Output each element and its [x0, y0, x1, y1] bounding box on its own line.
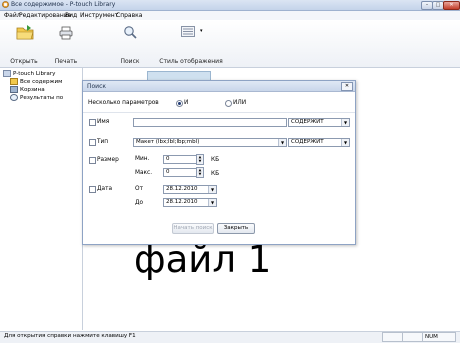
date-from-value: 28.12.2010 — [166, 186, 198, 192]
menu-help[interactable]: Справка — [116, 12, 142, 19]
print-label: Печать — [54, 58, 78, 65]
menu-edit[interactable]: Редактирование — [19, 12, 71, 19]
app-icon — [2, 1, 9, 8]
type-mode-select[interactable]: СОДЕРЖИТ ▼ — [288, 138, 350, 147]
folder-tree: P-touch Library Все содержим Корзина Рез… — [0, 68, 83, 330]
dialog-close-button[interactable]: ✕ — [341, 82, 353, 91]
search-dialog: Поиск ✕ Несколько параметров И ИЛИ Имя С… — [82, 80, 356, 245]
printer-icon — [59, 26, 73, 40]
type-checkbox[interactable] — [89, 139, 96, 146]
size-checkbox[interactable] — [89, 157, 96, 164]
search-icon — [124, 26, 137, 39]
date-to-picker[interactable]: 28.12.2010 ▼ — [163, 198, 217, 207]
radio-or[interactable] — [225, 100, 232, 107]
tree-item-all-content[interactable]: Все содержим — [10, 78, 62, 85]
max-label: Макс. — [135, 170, 153, 176]
name-mode-value: СОДЕРЖИТ — [291, 119, 324, 125]
menu-view[interactable]: Вид — [65, 12, 77, 19]
type-label: Тип — [97, 139, 109, 145]
status-text: Для открытия справки нажмите клавишу F1 — [4, 333, 136, 339]
min-size-input[interactable]: 0 — [163, 155, 197, 164]
tree-root-label: P-touch Library — [13, 71, 56, 77]
window-title: Все содержимое - P-touch Library — [11, 1, 116, 8]
toolbar: Открыть Печать Поиск ▾ Стиль отображения — [0, 20, 460, 68]
multi-params-label: Несколько параметров — [88, 100, 159, 106]
close-dialog-button[interactable]: Закрыть — [217, 223, 255, 234]
close-window-button[interactable]: ✕ — [443, 1, 460, 10]
tree-item-recycle-bin[interactable]: Корзина — [10, 86, 45, 93]
title-bar: Все содержимое - P-touch Library – □ ✕ — [0, 0, 460, 11]
date-label: Дата — [97, 186, 113, 192]
radio-or-label: ИЛИ — [233, 100, 247, 106]
radio-and[interactable] — [176, 100, 183, 107]
dialog-title-bar: Поиск ✕ — [83, 81, 355, 92]
tree-item-label: Все содержим — [20, 79, 63, 85]
name-input[interactable] — [133, 118, 287, 127]
menu-tools[interactable]: Инструмент — [80, 12, 118, 19]
recycle-bin-icon — [10, 86, 18, 93]
chevron-down-icon: ▼ — [208, 186, 216, 193]
print-button[interactable]: Печать — [46, 20, 86, 66]
view-style-button[interactable]: ▾ Стиль отображения — [156, 20, 226, 66]
dialog-title: Поиск — [87, 83, 107, 90]
name-label: Имя — [97, 119, 110, 125]
type-mode-value: СОДЕРЖИТ — [291, 139, 324, 145]
type-value: Макет (lbx;lbl;lbp;mbl) — [136, 139, 200, 145]
date-checkbox[interactable] — [89, 186, 96, 193]
size-label: Размер — [97, 157, 119, 163]
chevron-down-icon: ▼ — [341, 139, 349, 146]
min-kb-label: КБ — [211, 157, 220, 163]
to-label: До — [135, 200, 144, 206]
max-size-input[interactable]: 0 — [163, 168, 197, 177]
min-label: Мин. — [135, 156, 150, 162]
status-panel-empty-2 — [402, 332, 424, 342]
search-button[interactable]: Поиск — [110, 20, 150, 66]
date-to-value: 28.12.2010 — [166, 199, 198, 205]
menu-bar: Файл Редактирование Вид Инструмент Справ… — [0, 11, 460, 20]
library-icon — [3, 70, 11, 77]
chevron-down-icon: ▾ — [200, 28, 203, 34]
tree-root[interactable]: P-touch Library — [3, 70, 55, 77]
chevron-down-icon: ▼ — [278, 139, 286, 146]
max-size-spinner[interactable]: ▲ ▼ — [196, 167, 204, 178]
type-select[interactable]: Макет (lbx;lbl;lbp;mbl) ▼ — [133, 138, 287, 147]
chevron-down-icon: ▼ — [208, 199, 216, 206]
from-label: От — [135, 186, 143, 192]
radio-and-label: И — [184, 100, 189, 106]
chevron-down-icon: ▼ — [341, 119, 349, 126]
view-style-icon — [181, 26, 195, 37]
name-checkbox[interactable] — [89, 119, 96, 126]
search-label: Поиск — [120, 58, 140, 65]
num-lock-indicator: NUM — [422, 332, 456, 342]
dialog-body: Несколько параметров И ИЛИ Имя СОДЕРЖИТ … — [83, 92, 355, 243]
open-button[interactable]: Открыть — [4, 20, 44, 66]
tree-item-label: Результаты по — [20, 95, 64, 101]
min-size-spinner[interactable]: ▲ ▼ — [196, 154, 204, 165]
max-kb-label: КБ — [211, 171, 220, 177]
open-label: Открыть — [10, 58, 38, 65]
view-style-label: Стиль отображения — [159, 58, 223, 65]
tree-item-search-results[interactable]: Результаты по — [10, 94, 63, 101]
status-panel-empty-1 — [382, 332, 404, 342]
search-results-icon — [10, 94, 18, 101]
folder-icon — [10, 78, 18, 85]
tree-item-label: Корзина — [20, 87, 45, 93]
date-from-picker[interactable]: 28.12.2010 ▼ — [163, 185, 217, 194]
file-preview-text: файл 1 — [134, 238, 272, 281]
open-folder-icon — [16, 25, 34, 40]
name-mode-select[interactable]: СОДЕРЖИТ ▼ — [288, 118, 350, 127]
separator — [83, 112, 355, 113]
start-search-button[interactable]: Начать поиск — [172, 223, 214, 234]
